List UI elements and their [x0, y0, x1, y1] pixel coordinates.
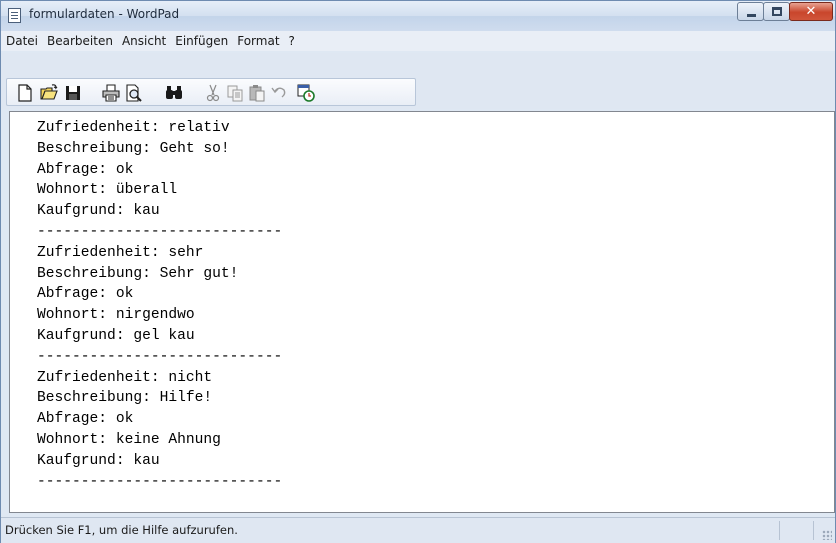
close-button[interactable]: ✕	[789, 2, 833, 21]
open-button[interactable]	[39, 83, 59, 103]
print-preview-button[interactable]	[124, 83, 144, 103]
status-divider	[779, 521, 780, 540]
document-area[interactable]: Zufriedenheit: relativ Beschreibung: Geh…	[9, 111, 835, 513]
doc-line: Wohnort: keine Ahnung	[37, 431, 221, 448]
print-icon	[102, 84, 120, 102]
toolbar-area	[1, 53, 835, 109]
insert-date-time-button[interactable]	[296, 83, 316, 103]
resize-grip[interactable]	[822, 530, 832, 540]
menu-help[interactable]: ?	[285, 34, 299, 48]
doc-line: Beschreibung: Sehr gut!	[37, 265, 239, 282]
status-text: Drücken Sie F1, um die Hilfe aufzurufen.	[5, 523, 238, 537]
menu-einfuegen[interactable]: Einfügen	[171, 34, 232, 48]
menu-datei[interactable]: Datei	[2, 34, 42, 48]
status-divider	[813, 521, 814, 540]
doc-line: Abfrage: ok	[37, 286, 134, 303]
print-preview-icon	[126, 84, 142, 102]
print-button[interactable]	[101, 83, 121, 103]
doc-separator: ----------------------------	[37, 348, 283, 365]
doc-separator: ----------------------------	[37, 223, 283, 240]
doc-line: Kaufgrund: kau	[37, 203, 160, 220]
new-button[interactable]	[15, 83, 35, 103]
copy-icon	[227, 85, 243, 102]
find-icon	[166, 86, 182, 99]
doc-line: Wohnort: überall	[37, 182, 178, 199]
wordpad-window: formulardaten - WordPad ✕ Datei Bearbeit…	[0, 0, 836, 543]
save-icon	[66, 86, 80, 100]
menu-bearbeiten[interactable]: Bearbeiten	[43, 34, 117, 48]
minimize-button[interactable]	[737, 2, 764, 21]
doc-line: Zufriedenheit: sehr	[37, 244, 204, 261]
undo-button[interactable]	[269, 83, 289, 103]
menu-bar: Datei Bearbeiten Ansicht Einfügen Format…	[1, 31, 835, 51]
doc-line: Kaufgrund: gel kau	[37, 327, 195, 344]
cut-icon	[206, 84, 220, 102]
paste-button[interactable]	[247, 83, 267, 103]
doc-line: Abfrage: ok	[37, 411, 134, 428]
new-document-icon	[18, 84, 32, 102]
status-bar: Drücken Sie F1, um die Hilfe aufzurufen.	[1, 517, 835, 543]
doc-line: Beschreibung: Geht so!	[37, 140, 230, 157]
menu-format[interactable]: Format	[233, 34, 283, 48]
date-time-icon	[297, 84, 315, 102]
window-title: formulardaten - WordPad	[29, 7, 180, 21]
paste-icon	[249, 85, 265, 102]
open-folder-icon	[40, 84, 58, 100]
document-text[interactable]: Zufriedenheit: relativ Beschreibung: Geh…	[37, 118, 282, 492]
doc-line: Abfrage: ok	[37, 161, 134, 178]
cut-button[interactable]	[203, 83, 223, 103]
minimize-icon	[747, 14, 756, 17]
undo-icon	[271, 87, 286, 98]
save-button[interactable]	[63, 83, 83, 103]
caption-buttons: ✕	[737, 2, 833, 22]
menu-ansicht[interactable]: Ansicht	[118, 34, 170, 48]
doc-separator: ----------------------------	[37, 473, 283, 490]
doc-line: Kaufgrund: kau	[37, 452, 160, 469]
title-bar[interactable]: formulardaten - WordPad ✕	[1, 1, 835, 31]
doc-line: Beschreibung: Hilfe!	[37, 390, 213, 407]
copy-button[interactable]	[225, 83, 245, 103]
maximize-icon	[772, 7, 782, 16]
close-icon: ✕	[805, 4, 817, 19]
doc-line: Zufriedenheit: nicht	[37, 369, 213, 386]
doc-line: Wohnort: nirgendwo	[37, 307, 195, 324]
maximize-button[interactable]	[763, 2, 790, 21]
find-button[interactable]	[164, 83, 184, 103]
doc-line: Zufriedenheit: relativ	[37, 120, 230, 136]
wordpad-app-icon[interactable]	[8, 8, 21, 23]
